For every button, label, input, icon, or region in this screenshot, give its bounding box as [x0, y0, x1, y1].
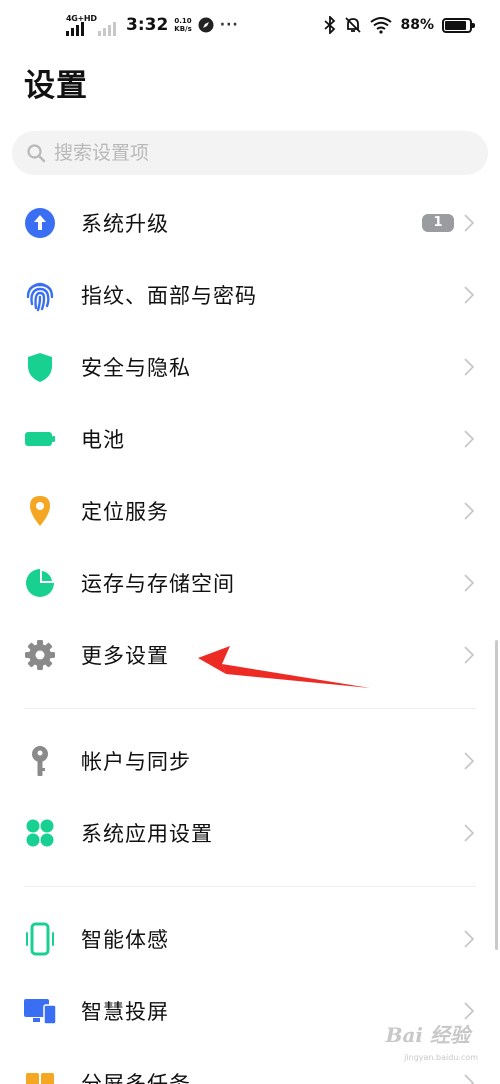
status-left: 4G+HD 3:32 0.10 KB/s ··· [66, 14, 239, 36]
section-divider [24, 708, 476, 709]
chevron-right-icon [464, 574, 474, 592]
annotation-arrow [198, 646, 370, 688]
setting-fingerprint-face-password[interactable]: 指纹、面部与密码 [0, 260, 500, 330]
chevron-right-icon [464, 752, 474, 770]
search-icon [27, 144, 46, 163]
mute-bell-icon [345, 17, 362, 33]
clock: 3:32 [126, 15, 169, 35]
chevron-right-icon [464, 502, 474, 520]
battery-icon [442, 17, 475, 33]
overflow-dots: ··· [219, 17, 239, 33]
pie-chart-icon [26, 569, 54, 597]
network-speed: 0.10 KB/s [174, 17, 192, 33]
key-icon [32, 746, 48, 776]
bluetooth-icon [324, 16, 336, 34]
section-divider [24, 886, 476, 887]
phone-motion-icon [26, 922, 54, 956]
setting-battery[interactable]: 电池 [0, 404, 500, 474]
setting-label: 指纹、面部与密码 [81, 284, 257, 308]
arrow-up-circle-icon [25, 208, 55, 238]
setting-label: 智能体感 [81, 928, 169, 952]
wifi-icon [370, 17, 393, 34]
setting-label: 分屏多任务 [81, 1072, 191, 1084]
chevron-right-icon [464, 646, 474, 664]
setting-label: 智慧投屏 [81, 1000, 169, 1024]
search-input[interactable] [54, 142, 434, 164]
chevron-right-icon [464, 430, 474, 448]
setting-label: 系统升级 [81, 212, 169, 236]
fingerprint-icon [26, 282, 54, 312]
setting-label: 更多设置 [81, 644, 169, 668]
chevron-right-icon [464, 930, 474, 948]
setting-system-update[interactable]: 系统升级 1 [0, 188, 500, 258]
chevron-right-icon [464, 1002, 474, 1020]
chevron-right-icon [464, 1074, 474, 1084]
status-bar: 4G+HD 3:32 0.10 KB/s ··· 88% [0, 0, 500, 56]
status-right: 88% [324, 16, 475, 34]
watermark-url: jingyan.baidu.com [404, 1053, 478, 1062]
split-screen-icon [26, 1073, 54, 1084]
setting-smart-motion[interactable]: 智能体感 [0, 904, 500, 974]
setting-label: 安全与隐私 [81, 356, 191, 380]
chevron-right-icon [464, 286, 474, 304]
search-bar[interactable] [12, 131, 488, 175]
watermark: Bai 经验 [385, 1023, 470, 1047]
setting-label: 定位服务 [81, 500, 169, 524]
scrollbar[interactable] [495, 640, 498, 950]
battery-percent: 88% [400, 17, 434, 33]
setting-system-apps[interactable]: 系统应用设置 [0, 798, 500, 868]
setting-label: 系统应用设置 [81, 822, 213, 846]
apps-grid-icon [26, 819, 54, 847]
compass-icon [198, 17, 214, 33]
setting-memory-storage[interactable]: 运存与存储空间 [0, 548, 500, 618]
page-title: 设置 [24, 68, 88, 104]
chevron-right-icon [464, 358, 474, 376]
signal-2-icon [98, 14, 118, 36]
shield-icon [28, 353, 52, 382]
screen-cast-icon [24, 999, 57, 1025]
setting-label: 运存与存储空间 [81, 572, 235, 596]
chevron-right-icon [464, 214, 474, 232]
setting-label: 帐户与同步 [81, 750, 191, 774]
update-count-badge: 1 [422, 214, 454, 232]
setting-location-services[interactable]: 定位服务 [0, 476, 500, 546]
gear-icon [25, 640, 55, 670]
battery-level [445, 20, 467, 30]
location-pin-icon [30, 496, 50, 526]
battery-icon [25, 432, 55, 446]
setting-security-privacy[interactable]: 安全与隐私 [0, 332, 500, 402]
setting-accounts-sync[interactable]: 帐户与同步 [0, 726, 500, 796]
chevron-right-icon [464, 824, 474, 842]
setting-label: 电池 [81, 428, 125, 452]
signal-icon: 4G+HD [66, 14, 97, 36]
